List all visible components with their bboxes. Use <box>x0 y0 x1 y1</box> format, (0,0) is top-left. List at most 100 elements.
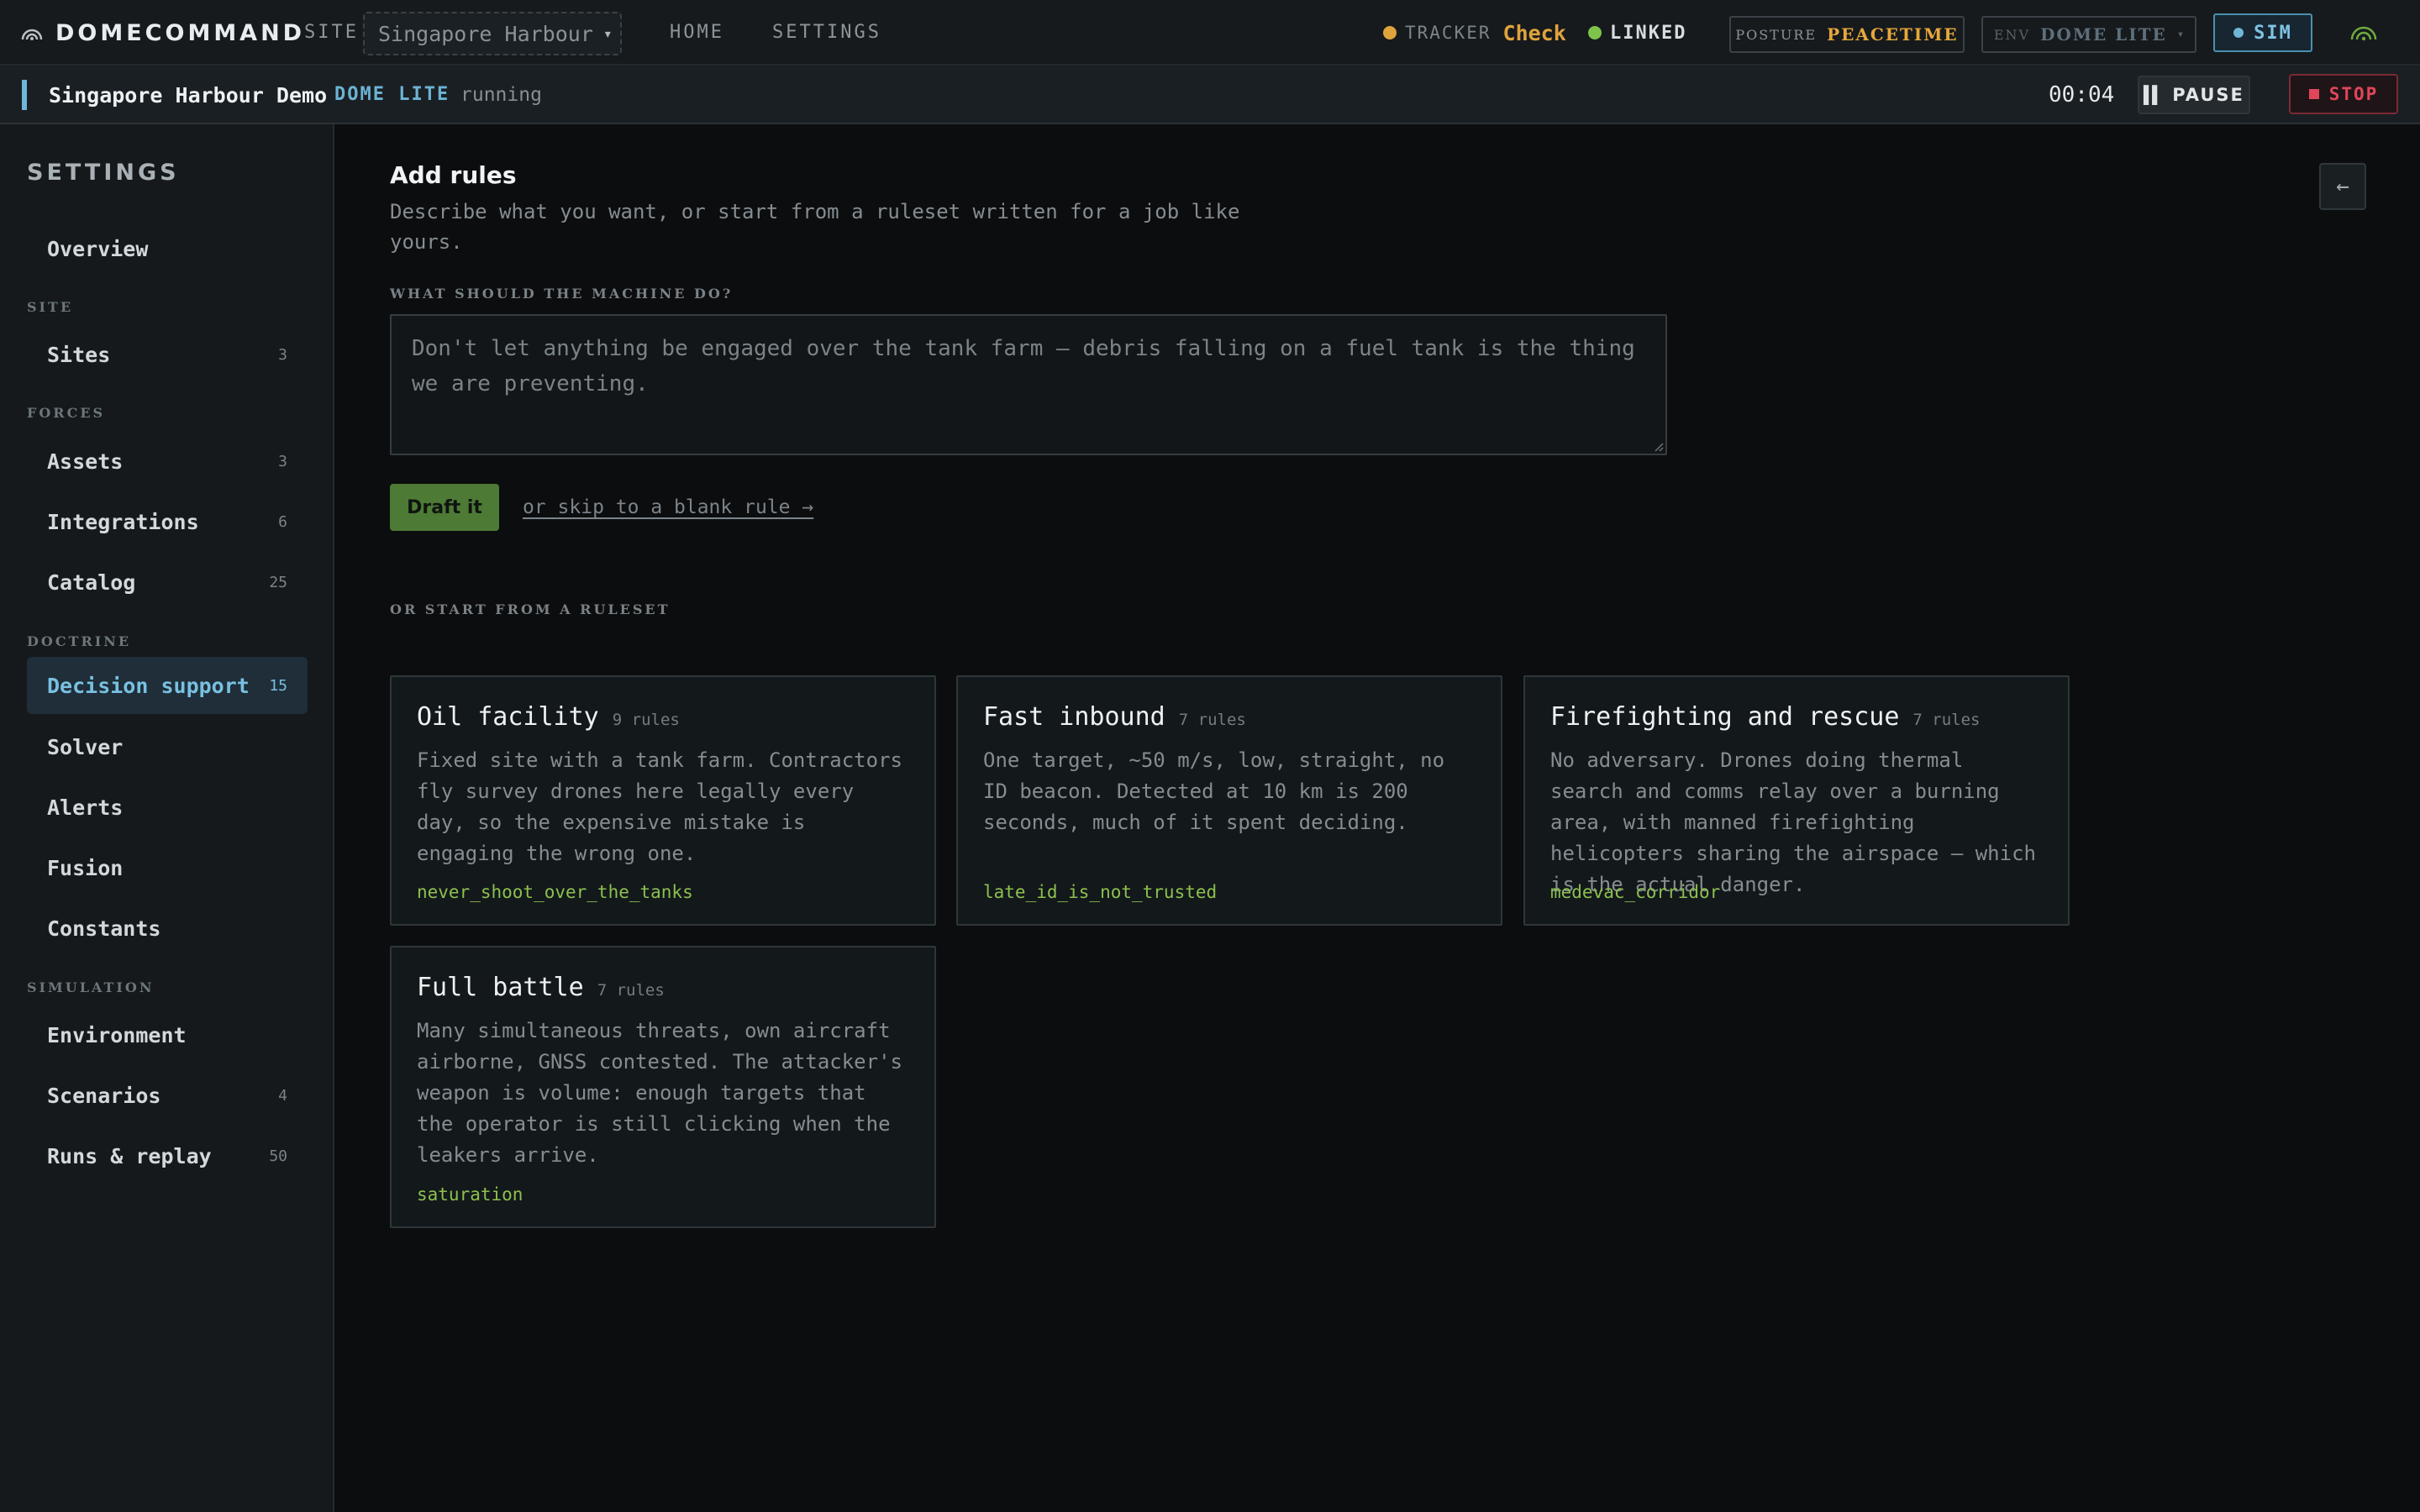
run-timer: 00:04 <box>2049 82 2115 108</box>
skip-to-blank-rule-link[interactable]: or skip to a blank rule → <box>523 496 813 518</box>
sidebar-item-constants[interactable]: Constants <box>27 900 308 957</box>
radar-arc-icon <box>21 29 43 40</box>
sidebar-item-label: Assets <box>47 449 124 474</box>
caret-down-icon: ▾ <box>2176 28 2185 41</box>
sidebar-section-simulation: SIMULATION <box>27 979 155 995</box>
run-name: Singapore Harbour Demo <box>49 83 328 108</box>
sidebar-item-label: Environment <box>47 1022 187 1047</box>
ruleset-description: Fixed site with a tank farm. Contractors… <box>417 748 902 865</box>
ruleset-title: Firefighting and rescue <box>1550 702 1900 732</box>
stop-icon <box>2308 89 2319 99</box>
site-label: SITE <box>304 22 359 43</box>
status-accent <box>22 80 27 110</box>
sidebar-item-fusion[interactable]: Fusion <box>27 839 308 896</box>
sidebar-item-decision-support[interactable]: Decision support 15 <box>27 657 308 714</box>
posture-label: POSTURE <box>1735 26 1818 43</box>
site-select-value: Singapore Harbour <box>378 21 593 46</box>
sidebar-item-label: Alerts <box>47 795 124 820</box>
arrow-left-icon: ← <box>2336 174 2349 199</box>
sidebar-item-runs-replay[interactable]: Runs & replay 50 <box>27 1127 308 1184</box>
sidebar-item-count: 6 <box>278 512 287 531</box>
link-status-dot <box>1588 26 1602 39</box>
ruleset-tag: never_shoot_over_the_tanks <box>417 882 693 902</box>
sidebar-item-label: Runs & replay <box>47 1143 212 1168</box>
sidebar-item-count: 15 <box>269 676 287 695</box>
tracker-status[interactable]: TRACKER Check <box>1383 0 1566 66</box>
run-env-badge: DOME LITE <box>334 84 450 105</box>
sidebar-item-alerts[interactable]: Alerts <box>27 779 308 836</box>
sidebar-item-count: 50 <box>269 1147 287 1165</box>
sidebar-item-sites[interactable]: Sites 3 <box>27 326 308 383</box>
stop-label: STOP <box>2328 84 2379 104</box>
page-description: Describe what you want, or start from a … <box>390 200 1240 254</box>
sidebar-item-scenarios[interactable]: Scenarios 4 <box>27 1067 308 1124</box>
sidebar-item-label: Fusion <box>47 855 124 880</box>
stop-button[interactable]: STOP <box>2289 74 2398 114</box>
tracker-label: TRACKER <box>1405 23 1491 43</box>
ruleset-description: No adversary. Drones doing thermal searc… <box>1550 748 2036 896</box>
ruleset-card-firefighting-rescue[interactable]: Firefighting and rescue 7 rules No adver… <box>1523 675 2070 926</box>
brand[interactable]: DOMECOMMAND <box>20 0 305 66</box>
ruleset-rule-count: 7 rules <box>1912 711 1981 729</box>
sidebar-item-integrations[interactable]: Integrations 6 <box>27 493 308 550</box>
ruleset-rule-count: 9 rules <box>612 711 680 729</box>
prompt-label: WHAT SHOULD THE MACHINE DO? <box>390 286 734 302</box>
ruleset-section-label: OR START FROM A RULESET <box>390 601 671 617</box>
env-label: ENV <box>1993 26 2031 43</box>
nav-settings[interactable]: SETTINGS <box>772 22 881 43</box>
sidebar-item-label: Decision support <box>47 673 250 698</box>
rule-prompt-input[interactable] <box>390 314 1667 455</box>
sidebar-item-catalog[interactable]: Catalog 25 <box>27 554 308 611</box>
tracker-value: Check <box>1502 20 1566 45</box>
sidebar-item-count: 25 <box>269 573 287 591</box>
sidebar-item-label: Catalog <box>47 570 136 595</box>
sim-label: SIM <box>2254 22 2292 44</box>
sidebar-item-environment[interactable]: Environment <box>27 1006 308 1063</box>
ruleset-rule-count: 7 rules <box>597 981 665 1000</box>
ruleset-card-oil-facility[interactable]: Oil facility 9 rules Fixed site with a t… <box>390 675 936 926</box>
link-status-label: LINKED <box>1610 22 1687 44</box>
ruleset-tag: saturation <box>417 1184 523 1205</box>
sidebar-item-assets[interactable]: Assets 3 <box>27 433 308 490</box>
sim-dot <box>2233 28 2244 38</box>
sidebar-title: SETTINGS <box>27 160 180 186</box>
signal-arc-icon[interactable] <box>2349 22 2378 42</box>
settings-sidebar: SETTINGS Overview SITE Sites 3 FORCES As… <box>0 124 334 1512</box>
resize-grip-icon[interactable] <box>1654 442 1664 452</box>
run-status-bar: Singapore Harbour Demo DOME LITE running… <box>0 66 2420 124</box>
env-value: DOME LITE <box>2040 24 2167 45</box>
draft-button[interactable]: Draft it <box>390 484 499 531</box>
env-select[interactable]: ENV DOME LITE ▾ <box>1981 16 2196 53</box>
pause-button[interactable]: ▌▌ PAUSE <box>2138 76 2250 114</box>
ruleset-description: One target, ~50 m/s, low, straight, no I… <box>983 748 1445 834</box>
ruleset-description: Many simultaneous threats, own aircraft … <box>417 1019 902 1167</box>
back-button[interactable]: ← <box>2319 163 2366 210</box>
ruleset-card-full-battle[interactable]: Full battle 7 rules Many simultaneous th… <box>390 946 936 1228</box>
sidebar-item-count: 3 <box>278 452 287 470</box>
pause-icon: ▌▌ <box>2144 85 2162 105</box>
sidebar-item-label: Constants <box>47 916 161 941</box>
nav-home[interactable]: HOME <box>670 22 724 43</box>
sidebar-item-label: Overview <box>47 236 149 261</box>
posture-badge[interactable]: POSTURE PEACETIME <box>1729 16 1965 53</box>
sidebar-section-forces: FORCES <box>27 405 106 421</box>
sidebar-item-label: Scenarios <box>47 1083 161 1108</box>
link-status: LINKED <box>1588 0 1686 66</box>
ruleset-card-fast-inbound[interactable]: Fast inbound 7 rules One target, ~50 m/s… <box>956 675 1502 926</box>
sidebar-item-label: Integrations <box>47 509 199 534</box>
sidebar-item-overview[interactable]: Overview <box>27 220 308 277</box>
ruleset-title: Full battle <box>417 973 584 1002</box>
ruleset-title: Oil facility <box>417 702 599 732</box>
ruleset-rule-count: 7 rules <box>1178 711 1246 729</box>
ruleset-tag: medevac_corridor <box>1550 882 1721 902</box>
sim-toggle-button[interactable]: SIM <box>2213 13 2312 52</box>
brand-name: DOMECOMMAND <box>55 19 306 46</box>
sidebar-section-doctrine: DOCTRINE <box>27 633 132 649</box>
ruleset-title: Fast inbound <box>983 702 1165 732</box>
sidebar-item-count: 4 <box>278 1086 287 1105</box>
ruleset-tag: late_id_is_not_trusted <box>983 882 1218 902</box>
pause-label: PAUSE <box>2172 85 2244 105</box>
add-rules-panel: Add rules Describe what you want, or sta… <box>336 124 2420 1512</box>
site-select[interactable]: Singapore Harbour ▾ <box>363 12 622 55</box>
sidebar-item-solver[interactable]: Solver <box>27 718 308 775</box>
